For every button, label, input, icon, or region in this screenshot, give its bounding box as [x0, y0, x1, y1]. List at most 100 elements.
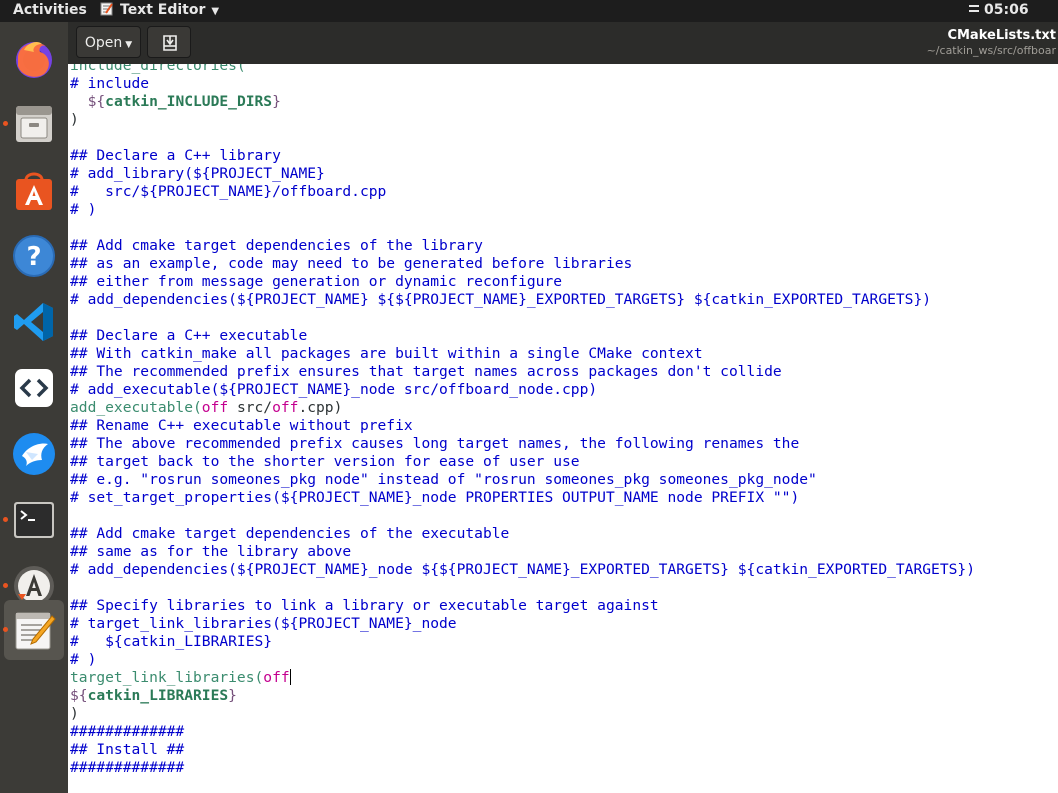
code-line: # set_target_properties(${PROJECT_NAME}_…: [70, 489, 975, 507]
running-indicator: [3, 583, 8, 588]
dock-item-text-editor[interactable]: [3, 600, 64, 660]
terminal-icon: [14, 502, 54, 538]
dock-item-files[interactable]: [3, 94, 64, 154]
code-token: catkin_LIBRARIES: [87, 687, 229, 704]
code-line: # add_dependencies(${PROJECT_NAME} ${${P…: [70, 291, 975, 309]
code-token: ): [70, 111, 79, 128]
code-token: ## The above recommended prefix causes l…: [70, 435, 800, 452]
vscode-icon: [14, 303, 53, 341]
code-line: ## Install ##: [70, 741, 975, 759]
code-line: ## Specify libraries to link a library o…: [70, 597, 975, 615]
code-line: include_directories(: [70, 64, 975, 75]
dock-item-vscode[interactable]: [4, 292, 64, 352]
code-token: off: [272, 399, 299, 416]
code-token: ## either from message generation or dyn…: [70, 273, 563, 290]
code-token: ${: [70, 93, 106, 110]
code-token: ## same as for the library above: [70, 543, 352, 560]
code-token: # src/${PROJECT_NAME}/offboard.cpp: [70, 183, 387, 200]
dock-item-terminal[interactable]: [3, 490, 64, 550]
code-view[interactable]: include_directories(# include ${catkin_I…: [70, 64, 975, 777]
save-document-icon: [163, 35, 177, 51]
code-token: catkin_INCLUDE_DIRS: [105, 93, 273, 110]
code-line: # include: [70, 75, 975, 93]
text-editor-area[interactable]: include_directories(# include ${catkin_I…: [68, 64, 1058, 793]
code-token: # ${catkin_LIBRARIES}: [70, 633, 273, 650]
help-icon: ?: [13, 235, 55, 277]
code-token: # add_dependencies(${PROJECT_NAME} ${${P…: [70, 291, 932, 308]
code-line: # src/${PROJECT_NAME}/offboard.cpp: [70, 183, 975, 201]
code-line: ## With catkin_make all packages are bui…: [70, 345, 975, 363]
code-token: ## Add cmake target dependencies of the …: [70, 525, 510, 542]
firefox-icon: [16, 42, 52, 78]
code-token: .cpp): [298, 399, 343, 416]
code-token: ## Specify libraries to link a library o…: [70, 597, 659, 614]
code-line: ## The recommended prefix ensures that t…: [70, 363, 975, 381]
code-token: # add_library(${PROJECT_NAME}: [70, 165, 325, 182]
code-line: # add_dependencies(${PROJECT_NAME}_node …: [70, 561, 975, 579]
code-line: ## as an example, code may need to be ge…: [70, 255, 975, 273]
code-token: # ): [70, 651, 97, 668]
code-line: ): [70, 111, 975, 129]
ubuntu-software-icon: [16, 172, 52, 210]
code-token: ): [70, 705, 79, 722]
code-token: ## target back to the shorter version fo…: [70, 453, 580, 470]
code-token: src/: [228, 399, 273, 416]
code-line: ## either from message generation or dyn…: [70, 273, 975, 291]
code-token: ## With catkin_make all packages are bui…: [70, 345, 703, 362]
code-token: ## as an example, code may need to be ge…: [70, 255, 633, 272]
window-title: CMakeLists.txt ~/catkin_ws/src/offboar: [927, 28, 1056, 58]
app-menu[interactable]: Text Editor ▼: [100, 0, 219, 22]
text-cursor: [289, 669, 291, 685]
file-cabinet-icon: [16, 106, 52, 142]
code-token: #############: [70, 723, 185, 740]
code-token: }: [272, 93, 281, 110]
header-bar: Open ▼ CMakeLists.txt ~/catkin_ws/src/off…: [68, 22, 1058, 64]
code-token: ## Declare a C++ library: [70, 147, 281, 164]
code-token: ## Declare a C++ executable: [70, 327, 308, 344]
code-line: ## same as for the library above: [70, 543, 975, 561]
top-bar: Activities Text Editor ▼ 05:06: [0, 0, 1058, 22]
code-token: add_executable(: [70, 399, 202, 416]
code-line: ): [70, 705, 975, 723]
open-button[interactable]: Open ▼: [76, 26, 141, 58]
code-token: # target_link_libraries(${PROJECT_NAME}_…: [70, 615, 457, 632]
clock[interactable]: 05:06: [968, 0, 1029, 22]
text-editor-icon: [100, 2, 113, 16]
code-line: add_executable(off src/off.cpp): [70, 399, 975, 417]
code-token: ## e.g. "rosrun someones_pkg node" inste…: [70, 471, 817, 488]
activities-button[interactable]: Activities: [13, 0, 87, 22]
dock-item-firefox[interactable]: [4, 28, 64, 88]
code-line: # target_link_libraries(${PROJECT_NAME}_…: [70, 615, 975, 633]
code-line: #############: [70, 723, 975, 741]
code-token: off: [201, 399, 229, 416]
dock-item-messenger[interactable]: [4, 424, 64, 484]
code-line: # ): [70, 651, 975, 669]
running-indicator: [3, 517, 8, 522]
dock-item-ubuntu-software[interactable]: [4, 160, 64, 220]
code-line: ## target back to the shorter version fo…: [70, 453, 975, 471]
code-line: ## Add cmake target dependencies of the …: [70, 525, 975, 543]
code-line: # ${catkin_LIBRARIES}: [70, 633, 975, 651]
running-indicator: [3, 627, 8, 632]
dock-item-code-editor[interactable]: [4, 358, 64, 418]
code-token: # add_executable(${PROJECT_NAME}_node sr…: [70, 381, 598, 398]
running-indicator: [3, 121, 8, 126]
clock-time: 05:06: [984, 2, 1029, 18]
code-line: ## Declare a C++ executable: [70, 327, 975, 345]
code-token: target_link_libraries(: [70, 669, 264, 686]
document-title: CMakeLists.txt: [947, 28, 1056, 43]
code-token: ## Add cmake target dependencies of the …: [70, 237, 483, 254]
code-token: # set_target_properties(${PROJECT_NAME}_…: [70, 489, 800, 506]
chevron-down-icon: ▼: [125, 40, 133, 50]
code-token: ## Install ##: [70, 741, 185, 758]
code-token: # ): [70, 201, 97, 218]
code-token: ## The recommended prefix ensures that t…: [70, 363, 782, 380]
code-brackets-icon: [15, 369, 53, 407]
dock-item-help[interactable]: ?: [4, 226, 64, 286]
save-button[interactable]: [147, 26, 191, 58]
